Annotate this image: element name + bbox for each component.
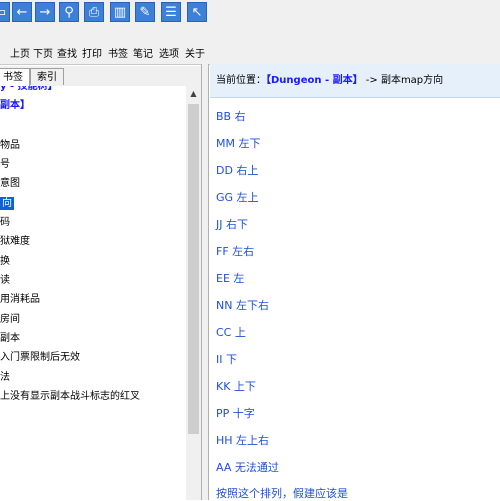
tree-item-label: 狱难度 <box>0 236 30 247</box>
about-button[interactable]: ↖ 关于 <box>185 0 208 64</box>
bookmark-icon: ▥ <box>110 2 130 22</box>
nav-tabs: 书签 索引 <box>0 66 205 87</box>
direction-entry: PP 十字 <box>216 407 255 420</box>
book-icon: ▭ <box>0 2 10 22</box>
direction-entry: 按照这个排列，假建应该是 <box>216 487 348 500</box>
tree-item-label: 码 <box>0 217 10 228</box>
arrow-right-icon: → <box>35 2 55 22</box>
direction-entry: KK 上下 <box>216 380 256 393</box>
direction-entry: BB 右 <box>216 110 246 123</box>
tree-item-label: 意图 <box>0 178 20 189</box>
tab-index[interactable]: 索引 <box>30 68 64 85</box>
tree-item-label: y - 技能树】 <box>0 86 58 92</box>
printer-icon: ⎙ <box>84 2 104 22</box>
direction-entry: CC 上 <box>216 326 246 339</box>
tree-item-label: 房间 <box>0 314 20 325</box>
tree-item-label: 副本 <box>0 333 20 344</box>
tree-folder-item[interactable]: y - 技能树】 <box>0 86 58 96</box>
toc-tree: er - ape】宠物】y - 技能树】副本】物品号意图向码狱难度换读用消耗品房… <box>0 86 188 500</box>
notes-button[interactable]: ✎ 笔记 <box>133 0 156 64</box>
tree-item-label: 号 <box>0 159 10 170</box>
scroll-thumb[interactable] <box>188 104 199 434</box>
about-label: 关于 <box>185 49 205 60</box>
direction-entry: II 下 <box>216 353 237 366</box>
tree-item[interactable]: 向 <box>0 195 14 213</box>
tree-item[interactable]: 号 <box>0 156 10 174</box>
tree-item-label: 上没有显示副本战斗标志的红叉 <box>0 391 140 402</box>
direction-entry: JJ 右下 <box>216 218 248 231</box>
tree-item-label: 向 <box>0 197 14 210</box>
print-button[interactable]: ⎙ 打印 <box>82 0 105 64</box>
tree-item[interactable]: 换 <box>0 253 10 271</box>
options-button[interactable]: ☰ 选项 <box>159 0 182 64</box>
tree-item-label: 副本】 <box>0 100 30 111</box>
options-icon: ☰ <box>161 2 181 22</box>
content-pane: 当前位置：【Dungeon - 副本】 -> 副本map方向 BB 右 MM 左下… <box>210 64 500 500</box>
tree-item-label: 换 <box>0 256 10 267</box>
direction-entry: FF 左右 <box>216 245 255 258</box>
search-icon: ⚲ <box>59 2 79 22</box>
location-prefix: 当前位置： <box>216 75 266 86</box>
scroll-up-arrow-icon[interactable]: ▲ <box>187 88 200 100</box>
location-suffix: -> 副本map方向 <box>362 75 444 86</box>
tree-item[interactable]: 入门票限制后无效 <box>0 349 80 367</box>
tree-item[interactable]: 码 <box>0 214 10 232</box>
cursor-icon: ↖ <box>187 2 207 22</box>
tree-item[interactable]: 狱难度 <box>0 233 30 251</box>
arrow-left-icon: ← <box>12 2 32 22</box>
direction-entry: GG 左上 <box>216 191 259 204</box>
direction-entry: EE 左 <box>216 272 245 285</box>
tree-item[interactable]: 读 <box>0 272 10 290</box>
direction-entry: HH 左上右 <box>216 434 270 447</box>
direction-entry: NN 左下右 <box>216 299 269 312</box>
pane-splitter[interactable] <box>201 64 209 500</box>
tree-item-label: 用消耗品 <box>0 294 40 305</box>
notes-icon: ✎ <box>135 2 155 22</box>
tree-item[interactable]: 用消耗品 <box>0 291 40 309</box>
next-page-button[interactable]: → 下页 <box>33 0 56 64</box>
tab-bookmarks[interactable]: 书签 <box>0 68 30 86</box>
direction-entry: MM 左下 <box>216 137 261 150</box>
tree-item[interactable]: 物品 <box>0 137 20 155</box>
bookmark-button[interactable]: ▥ 书签 <box>108 0 131 64</box>
tree-item-label: 物品 <box>0 140 20 151</box>
tree-item[interactable]: 副本 <box>0 330 20 348</box>
location-bar: 当前位置：【Dungeon - 副本】 -> 副本map方向 <box>210 64 500 98</box>
tree-item-label: 读 <box>0 275 10 286</box>
tree-scrollbar[interactable]: ▲ <box>186 86 201 500</box>
tree-item-label: 法 <box>0 372 10 383</box>
search-button[interactable]: ⚲ 查找 <box>57 0 80 64</box>
direction-entry: AA 无法通过 <box>216 461 279 474</box>
tree-item[interactable]: 上没有显示副本战斗标志的红叉 <box>0 388 140 406</box>
tree-item[interactable]: 法 <box>0 369 10 387</box>
tree-item[interactable]: 房间 <box>0 311 20 329</box>
tree-folder-item[interactable]: 副本】 <box>0 97 30 115</box>
toolbar: ▭←上页→下页⚲查找⎙打印▥书签✎笔记☰选项↖ 关于 <box>0 0 500 65</box>
prev-page-button[interactable]: ← 上页 <box>10 0 33 64</box>
location-category-link[interactable]: 【Dungeon - 副本】 <box>266 75 363 86</box>
tree-item[interactable]: 意图 <box>0 175 20 193</box>
direction-entry: DD 右上 <box>216 164 259 177</box>
tree-item-label: 入门票限制后无效 <box>0 352 80 363</box>
